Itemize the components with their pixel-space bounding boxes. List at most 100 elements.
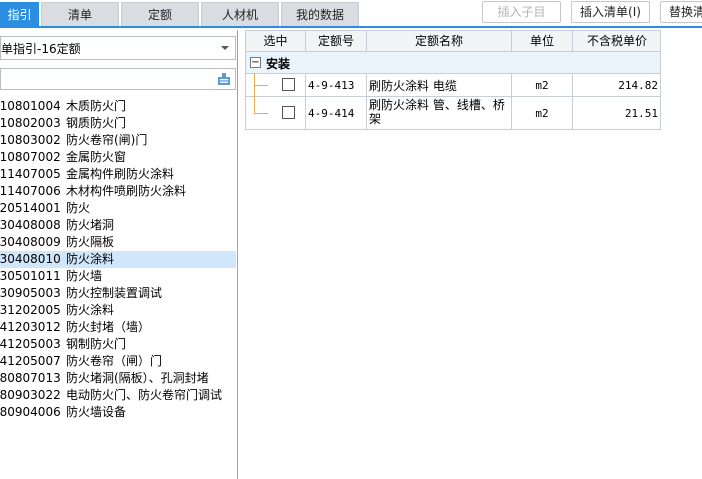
list-item[interactable]: 041205003 钢制防火门 — [0, 336, 236, 353]
quota-name: 刷防火涂料 管、线槽、桥架 — [367, 97, 512, 129]
unit: m2 — [512, 97, 573, 129]
row-checkbox[interactable] — [282, 78, 295, 91]
list-item[interactable]: 030501011 防火墙 — [0, 268, 236, 285]
column-header-price[interactable]: 不含税单价 — [573, 31, 661, 52]
grid-header: 选中 定额号 定额名称 单位 不含税单价 — [245, 30, 661, 52]
column-header-quota-code[interactable]: 定额号 — [306, 31, 367, 52]
tab-quota[interactable]: 定额 — [121, 2, 199, 26]
list-item-code: 041205003 — [0, 337, 61, 351]
list-item-code: 030501011 — [0, 269, 61, 283]
price: 21.51 — [624, 107, 658, 120]
list-item-name: 防火封堵（墙） — [66, 320, 151, 334]
column-header-select[interactable]: 选中 — [246, 31, 306, 52]
list-item[interactable]: 041205007 防火卷帘（闸）门 — [0, 353, 236, 370]
insert-list-button[interactable]: 插入清单(I) — [571, 1, 650, 23]
list-item-name: 钢质防火门 — [66, 116, 127, 130]
list-item[interactable]: 010801004 木质防火门 — [0, 98, 236, 115]
list-item[interactable]: 030408010 防火涂料 — [0, 251, 236, 268]
list-item-name: 电动防火门、防火卷帘门调试 — [66, 388, 223, 402]
list-item-name: 防火墙 — [66, 269, 103, 283]
list-item-name: 钢制防火门 — [66, 337, 127, 351]
quota-name: 刷防火涂料 电缆 — [367, 74, 512, 96]
filter-icon[interactable] — [217, 72, 231, 86]
list-item[interactable]: 080903022 电动防火门、防火卷帘门调试 — [0, 387, 236, 404]
tab-bill[interactable]: 清单 — [41, 2, 119, 26]
list-item-name: 防火墙设备 — [66, 405, 127, 419]
list-item-name: 防火堵洞(隔板）、孔洞封堵 — [66, 371, 209, 385]
unit: m2 — [512, 74, 573, 96]
quota-code: 4-9-413 — [306, 74, 367, 96]
list-item-code: 011407005 — [0, 167, 61, 181]
list-item-name: 金属防火窗 — [66, 150, 127, 164]
list-item[interactable]: 011407006 木材构件喷刷防火涂料 — [0, 183, 236, 200]
list-item-code: 010802003 — [0, 116, 61, 130]
list-item-code: 030408008 — [0, 218, 61, 232]
insert-child-button[interactable]: 插入子目 — [482, 1, 561, 23]
select-cell — [246, 96, 306, 129]
list-item-code: 031202005 — [0, 303, 61, 317]
list-item-code: 030408010 — [0, 252, 61, 266]
list-item[interactable]: 041203012 防火封堵（墙） — [0, 319, 236, 336]
list-item-name: 防火控制装置调试 — [66, 286, 163, 300]
search-box — [0, 68, 236, 90]
list-item[interactable]: 030408009 防火隔板 — [0, 234, 236, 251]
list-item[interactable]: 030408008 防火堵洞 — [0, 217, 236, 234]
collapse-icon[interactable]: − — [250, 57, 261, 68]
guide-list: 010801004 木质防火门 010802003 钢质防火门 010803002 防火卷… — [0, 98, 236, 421]
price: 214.82 — [618, 79, 658, 92]
list-item[interactable]: 010807002 金属防火窗 — [0, 149, 236, 166]
guide-select-value: 单指引-16定额 — [1, 42, 81, 56]
list-item-code: 030408009 — [0, 235, 61, 249]
column-header-unit[interactable]: 单位 — [512, 31, 573, 52]
list-item-code: 010801004 — [0, 99, 61, 113]
search-input[interactable] — [1, 69, 211, 89]
list-item[interactable]: 011407005 金属构件刷防火涂料 — [0, 166, 236, 183]
list-item-code: 041203012 — [0, 320, 61, 334]
list-item-code: 080807013 — [0, 371, 61, 385]
list-item-name: 防火隔板 — [66, 235, 115, 249]
list-item-name: 防火涂料 — [66, 252, 115, 266]
chevron-down-icon[interactable] — [221, 46, 229, 50]
table-row[interactable]: 4-9-413 刷防火涂料 电缆 m2 214.82 — [245, 73, 661, 97]
table-row[interactable]: 4-9-414 刷防火涂料 管、线槽、桥架 m2 21.51 — [245, 96, 661, 130]
list-item-code: 010803002 — [0, 133, 61, 147]
tab-labor-material-machine[interactable]: 人材机 — [201, 2, 279, 26]
list-item-name: 木材构件喷刷防火涂料 — [66, 184, 187, 198]
tab-my-data[interactable]: 我的数据 — [281, 2, 359, 26]
list-item-code: 030905003 — [0, 286, 61, 300]
list-item[interactable]: 030905003 防火控制装置调试 — [0, 285, 236, 302]
list-item-code: 020514001 — [0, 201, 61, 215]
list-item-name: 防火涂料 — [66, 303, 115, 317]
list-item-name: 防火 — [66, 201, 91, 215]
list-item[interactable]: 031202005 防火涂料 — [0, 302, 236, 319]
list-item[interactable]: 080807013 防火堵洞(隔板）、孔洞封堵 — [0, 370, 236, 387]
guide-panel: 单指引-16定额 010801004木质防火门010802003钢质防火门010… — [0, 30, 238, 479]
list-item-code: 010807002 — [0, 150, 61, 164]
quota-code: 4-9-414 — [306, 97, 367, 129]
group-row-install[interactable]: − 安装 — [245, 52, 661, 74]
tree-line — [254, 96, 255, 113]
top-tab-bar: 指引 清单 定额 人材机 我的数据 插入子目 插入清单(I) 替换清 — [0, 0, 702, 28]
group-label: 安装 — [266, 57, 291, 71]
tree-line — [254, 85, 268, 86]
list-item-code: 080904006 — [0, 405, 61, 419]
tab-guide[interactable]: 指引 — [0, 2, 39, 26]
list-item-name: 防火卷帘(闸)门 — [66, 133, 148, 147]
list-item-code: 011407006 — [0, 184, 61, 198]
row-checkbox[interactable] — [282, 106, 295, 119]
column-header-quota-name[interactable]: 定额名称 — [367, 31, 512, 52]
replace-list-button[interactable]: 替换清 — [660, 1, 702, 23]
list-item-name: 金属构件刷防火涂料 — [66, 167, 175, 181]
list-item-name: 防火卷帘（闸）门 — [66, 354, 163, 368]
guide-select[interactable]: 单指引-16定额 — [0, 36, 236, 60]
tree-line — [254, 113, 268, 114]
list-item[interactable]: 020514001 防火 — [0, 200, 236, 217]
list-item-name: 防火堵洞 — [66, 218, 115, 232]
list-item-code: 041205007 — [0, 354, 61, 368]
list-item[interactable]: 010802003 钢质防火门 — [0, 115, 236, 132]
list-item-name: 木质防火门 — [66, 99, 127, 113]
select-cell — [246, 73, 306, 97]
list-item-code: 080903022 — [0, 388, 61, 402]
list-item[interactable]: 010803002 防火卷帘(闸)门 — [0, 132, 236, 149]
list-item[interactable]: 080904006 防火墙设备 — [0, 404, 236, 421]
